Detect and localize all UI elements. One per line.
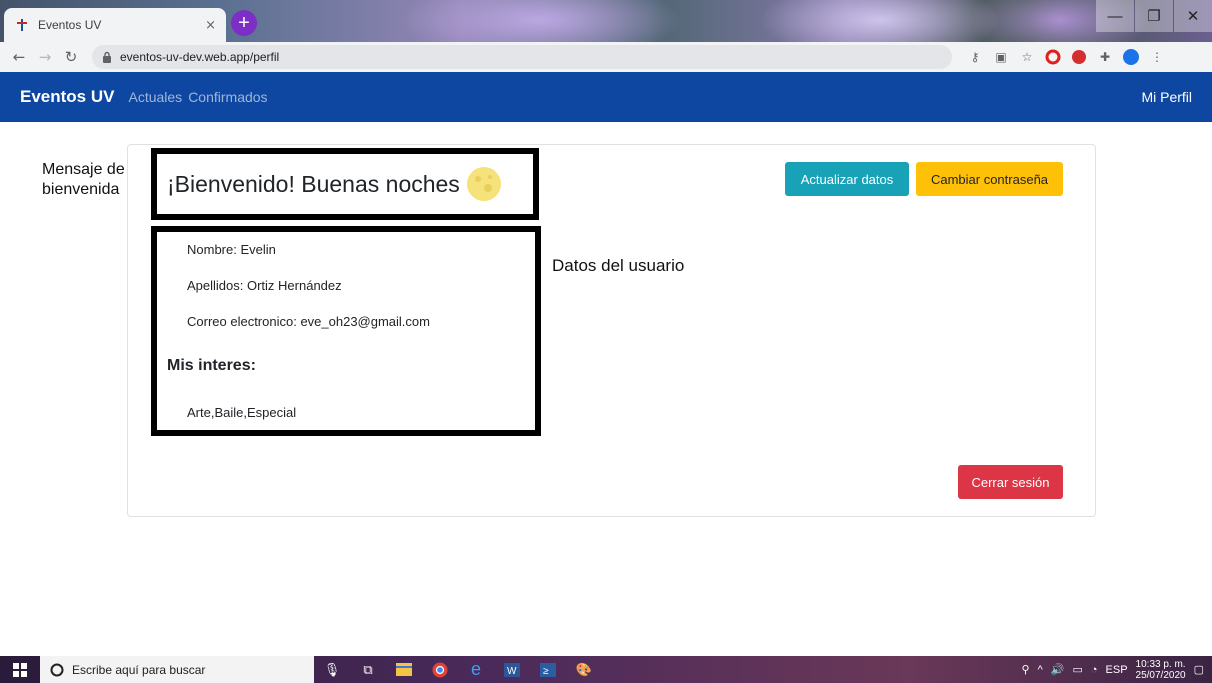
- interests-heading: Mis interes:: [167, 357, 256, 374]
- word-icon[interactable]: W: [494, 656, 530, 683]
- address-bar[interactable]: eventos-uv-dev.web.app/perfil: [92, 45, 952, 69]
- nav-link-mi-perfil[interactable]: Mi Perfil: [1141, 89, 1192, 105]
- profile-page: Mensaje de bienvenida ¡Bienvenido! Buena…: [0, 122, 1212, 656]
- translate-icon[interactable]: ▣: [992, 48, 1010, 66]
- welcome-heading: ¡Bienvenido! Buenas noches: [167, 170, 460, 197]
- chevron-up-icon[interactable]: ^: [1038, 664, 1043, 676]
- profile-icon[interactable]: [1122, 48, 1140, 66]
- microphone-icon[interactable]: 🎙: [314, 656, 350, 683]
- close-icon[interactable]: ×: [205, 18, 216, 33]
- opera-icon[interactable]: [1044, 48, 1062, 66]
- lock-icon: [103, 51, 111, 63]
- notifications-icon[interactable]: ▢: [1194, 663, 1204, 676]
- url-text: eventos-uv-dev.web.app/perfil: [120, 50, 280, 64]
- file-explorer-icon[interactable]: [386, 656, 422, 683]
- nav-link-actuales[interactable]: Actuales: [128, 89, 182, 105]
- user-data-box: Nombre: Evelin Apellidos: Ortiz Hernánde…: [151, 226, 541, 436]
- taskbar-search[interactable]: Escribe aquí para buscar: [40, 656, 314, 683]
- field-nombre: Nombre: Evelin: [187, 242, 276, 257]
- new-tab-button[interactable]: +: [231, 10, 257, 36]
- key-icon[interactable]: ⚷: [966, 48, 984, 66]
- svg-text:≥: ≥: [543, 666, 549, 677]
- browser-toolbar: ← → ↻ eventos-uv-dev.web.app/perfil ⚷ ▣ …: [0, 42, 1212, 72]
- battery-icon[interactable]: ▭: [1072, 663, 1082, 676]
- brand-link[interactable]: Eventos UV: [20, 87, 114, 107]
- puzzle-icon[interactable]: ✚: [1096, 48, 1114, 66]
- update-data-button[interactable]: Actualizar datos: [785, 162, 909, 196]
- clock[interactable]: 10:33 p. m. 25/07/2020: [1136, 659, 1186, 681]
- nav-link-confirmados[interactable]: Confirmados: [188, 89, 267, 105]
- cortana-icon: [50, 663, 64, 676]
- menu-dots-icon[interactable]: ⋮: [1148, 48, 1166, 66]
- window-close-icon[interactable]: ✕: [1174, 0, 1212, 32]
- browser-tab[interactable]: Eventos UV ×: [4, 8, 226, 42]
- edge-icon[interactable]: e: [458, 656, 494, 683]
- tab-title: Eventos UV: [38, 18, 102, 32]
- forward-icon[interactable]: →: [34, 46, 56, 68]
- clock-time: 10:33 p. m.: [1135, 658, 1186, 670]
- volume-icon[interactable]: 🔊: [1051, 663, 1065, 676]
- app-navbar: Eventos UV Actuales Confirmados Mi Perfi…: [0, 72, 1212, 122]
- windows-start-icon[interactable]: [0, 656, 40, 683]
- people-icon[interactable]: ⚲: [1022, 663, 1030, 676]
- field-apellidos: Apellidos: Ortiz Hernández: [187, 278, 342, 293]
- wifi-icon[interactable]: ◔: [1091, 664, 1098, 676]
- clock-date: 25/07/2020: [1135, 669, 1186, 681]
- task-view-icon[interactable]: ⧉: [350, 656, 386, 683]
- star-icon[interactable]: ☆: [1018, 48, 1036, 66]
- powershell-icon[interactable]: ≥: [530, 656, 566, 683]
- extension-red-icon[interactable]: [1070, 48, 1088, 66]
- paint-icon[interactable]: 🎨: [566, 656, 602, 683]
- change-password-button[interactable]: Cambiar contraseña: [916, 162, 1063, 196]
- favicon-icon: [14, 17, 30, 33]
- browser-tab-strip: Eventos UV × + — ❐ ✕: [0, 0, 1212, 44]
- reload-icon[interactable]: ↻: [60, 46, 82, 68]
- minimize-icon[interactable]: —: [1096, 0, 1134, 32]
- interests-list: Arte,Baile,Especial: [187, 405, 297, 420]
- welcome-message-box: ¡Bienvenido! Buenas noches: [151, 148, 539, 220]
- restore-icon[interactable]: ❐: [1135, 0, 1173, 32]
- back-icon[interactable]: ←: [8, 46, 30, 68]
- field-correo: Correo electronico: eve_oh23@gmail.com: [187, 314, 430, 329]
- language-indicator[interactable]: ESP: [1106, 664, 1128, 676]
- svg-text:W: W: [507, 666, 517, 677]
- system-tray: ⚲ ^ 🔊 ▭ ◔ ESP 10:33 p. m. 25/07/2020 ▢: [1022, 659, 1212, 681]
- search-placeholder: Escribe aquí para buscar: [72, 662, 206, 677]
- chrome-icon[interactable]: [422, 656, 458, 683]
- moon-icon: [466, 167, 501, 201]
- windows-taskbar: Escribe aquí para buscar 🎙 ⧉ e W ≥ 🎨 ⚲ ^…: [0, 656, 1212, 683]
- logout-button[interactable]: Cerrar sesión: [958, 465, 1063, 499]
- user-data-annotation: Datos del usuario: [552, 256, 685, 275]
